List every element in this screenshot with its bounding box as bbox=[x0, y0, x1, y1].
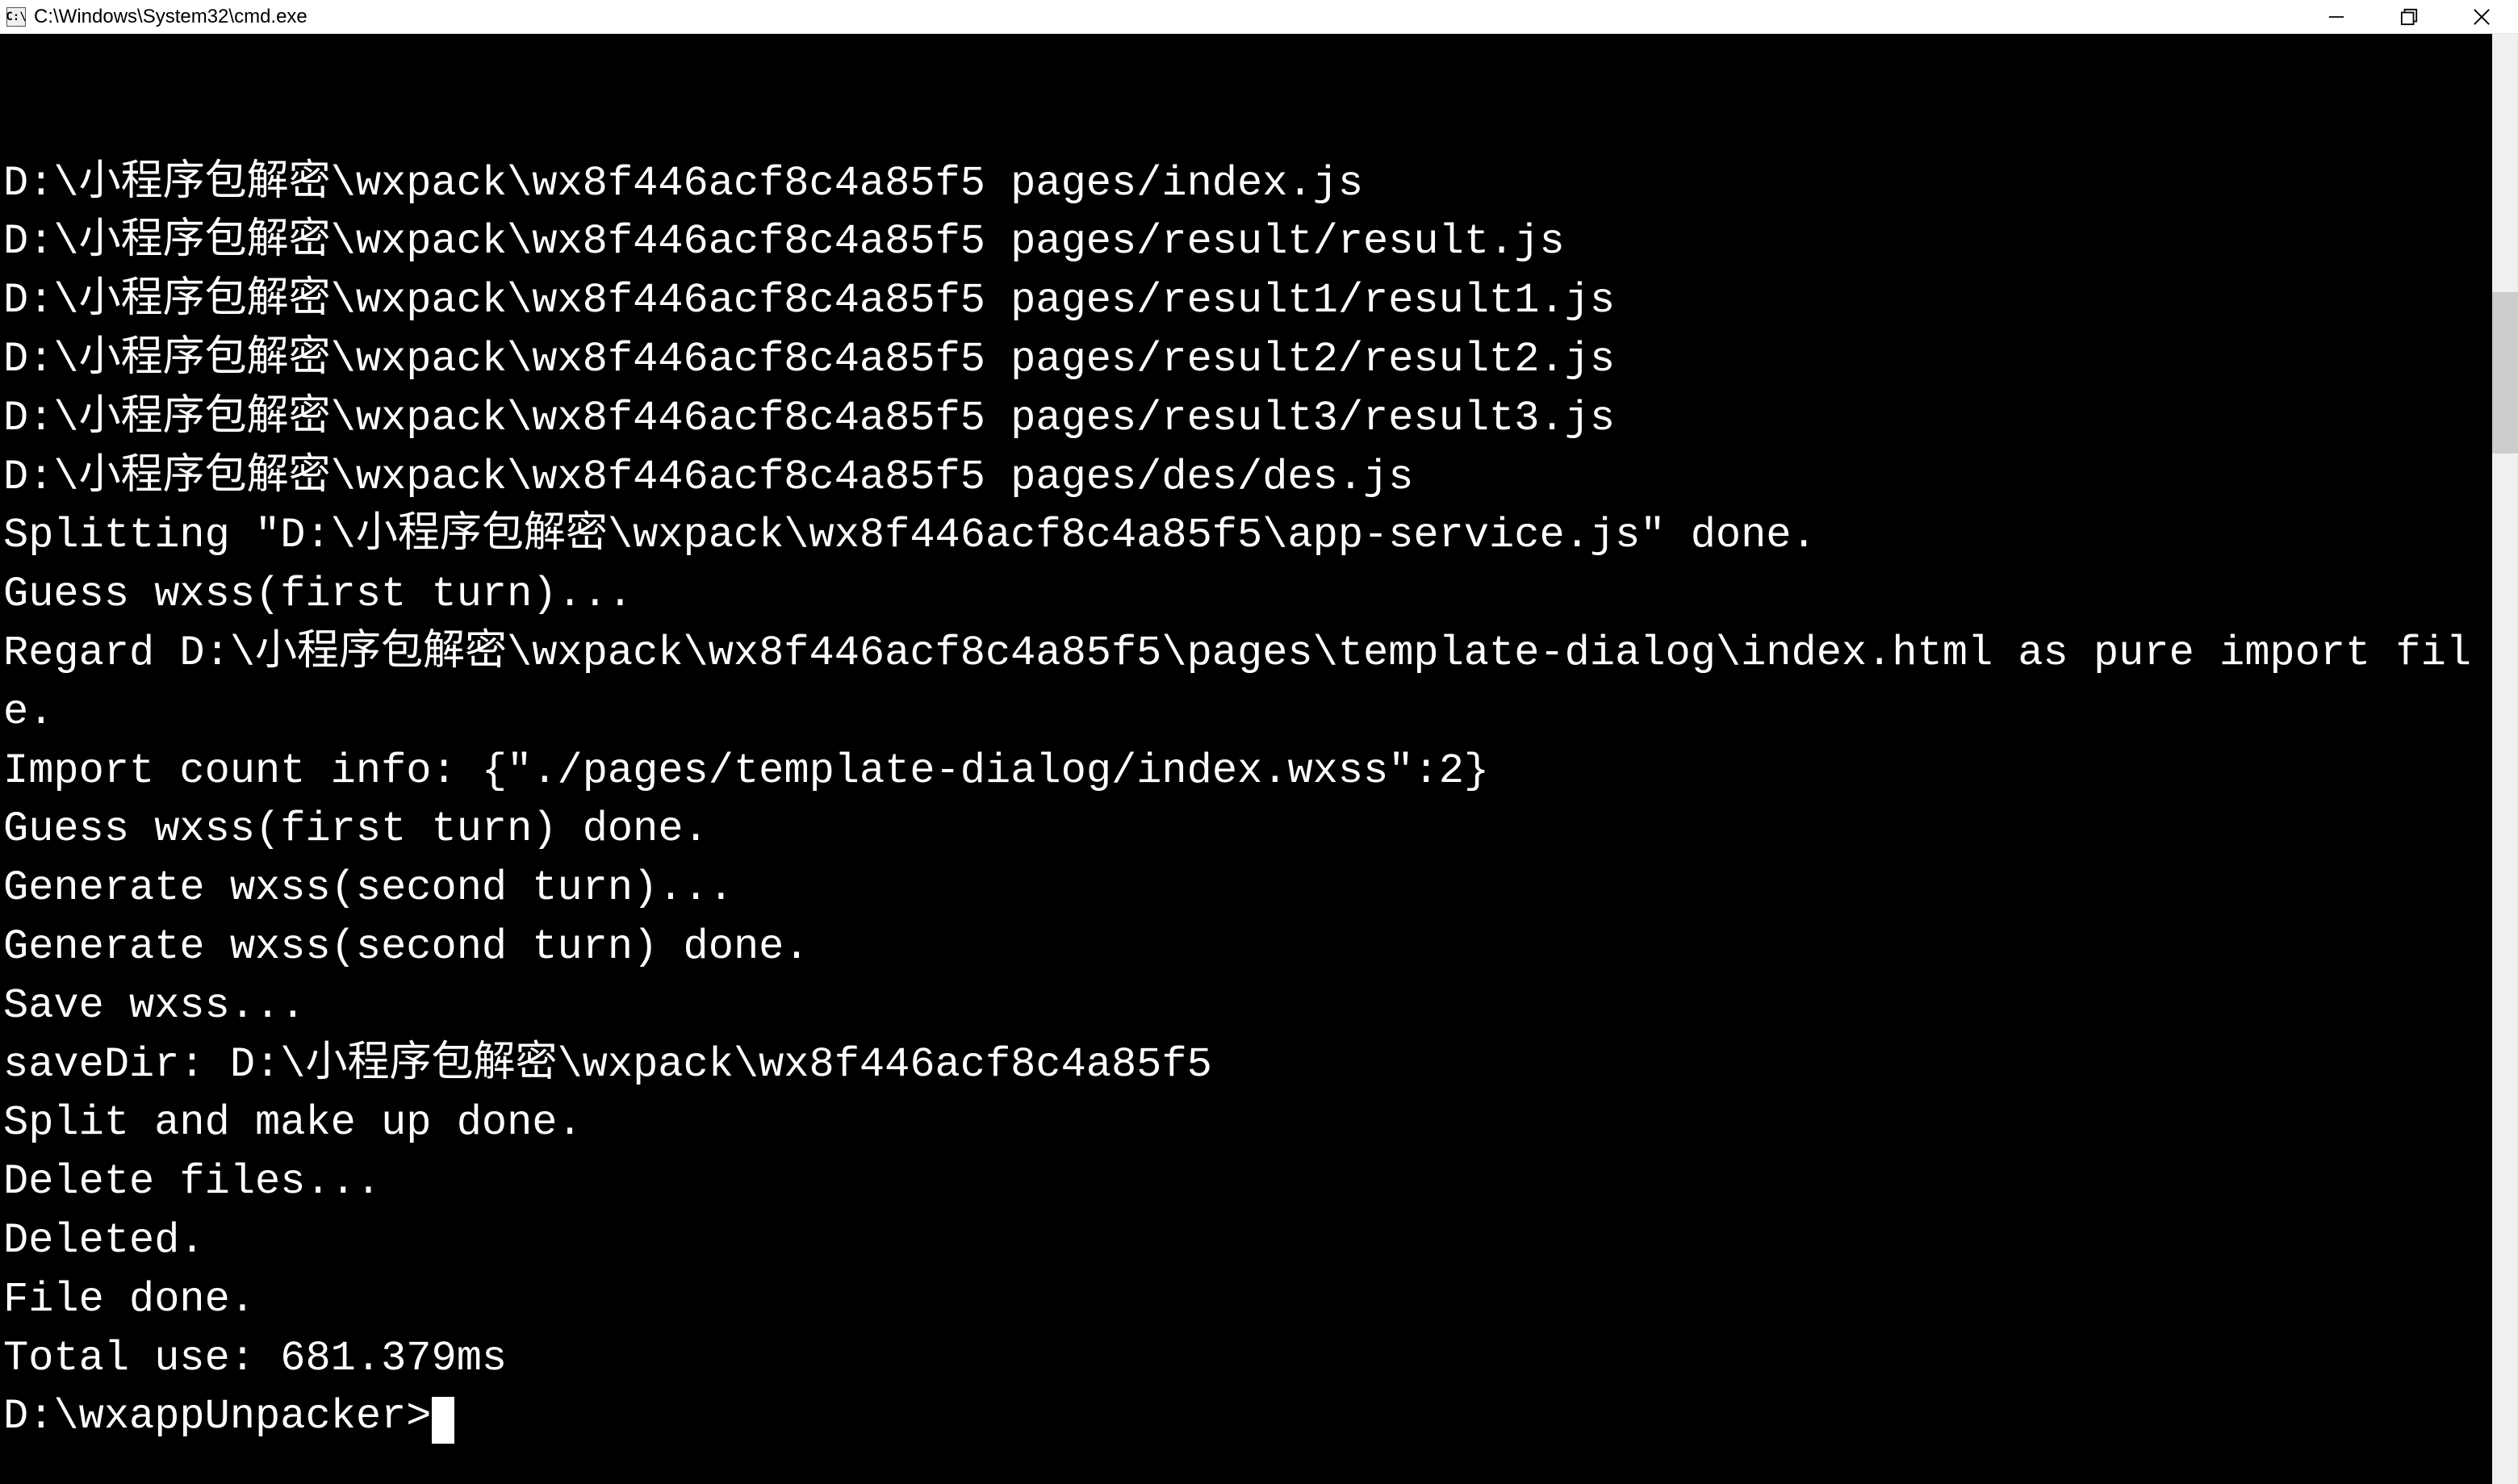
scrollbar-thumb[interactable] bbox=[2492, 292, 2518, 454]
terminal-line: Generate wxss(second turn) done. bbox=[3, 918, 2489, 977]
terminal-line: D:\小程序包解密\wxpack\wx8f446acf8c4a85f5 page… bbox=[3, 390, 2489, 449]
terminal-line: Delete files... bbox=[3, 1153, 2489, 1212]
terminal-line: saveDir: D:\小程序包解密\wxpack\wx8f446acf8c4a… bbox=[3, 1036, 2489, 1095]
vertical-scrollbar[interactable] bbox=[2492, 34, 2518, 1484]
terminal-line: Generate wxss(second turn)... bbox=[3, 859, 2489, 918]
maximize-button[interactable] bbox=[2373, 0, 2445, 33]
terminal-line: Save wxss... bbox=[3, 977, 2489, 1036]
terminal-prompt-line: D:\wxappUnpacker> bbox=[3, 1388, 2489, 1447]
cmd-icon: C:\ bbox=[6, 7, 26, 27]
terminal-area: D:\小程序包解密\wxpack\wx8f446acf8c4a85f5 page… bbox=[0, 34, 2518, 1484]
terminal-cursor bbox=[432, 1397, 454, 1444]
close-button[interactable] bbox=[2445, 0, 2518, 33]
terminal-line: Split and make up done. bbox=[3, 1094, 2489, 1153]
terminal-prompt: D:\wxappUnpacker> bbox=[3, 1393, 432, 1440]
terminal-line: File done. bbox=[3, 1271, 2489, 1330]
terminal-line: D:\小程序包解密\wxpack\wx8f446acf8c4a85f5 page… bbox=[3, 449, 2489, 508]
terminal-line: D:\小程序包解密\wxpack\wx8f446acf8c4a85f5 page… bbox=[3, 213, 2489, 272]
window-controls bbox=[2300, 0, 2518, 33]
window-titlebar: C:\ C:\Windows\System32\cmd.exe bbox=[0, 0, 2518, 34]
terminal-line: D:\小程序包解密\wxpack\wx8f446acf8c4a85f5 page… bbox=[3, 272, 2489, 331]
terminal-line: Splitting "D:\小程序包解密\wxpack\wx8f446acf8c… bbox=[3, 507, 2489, 566]
terminal-line: D:\小程序包解密\wxpack\wx8f446acf8c4a85f5 page… bbox=[3, 331, 2489, 390]
terminal-output[interactable]: D:\小程序包解密\wxpack\wx8f446acf8c4a85f5 page… bbox=[0, 34, 2492, 1484]
minimize-button[interactable] bbox=[2300, 0, 2373, 33]
terminal-line: Deleted. bbox=[3, 1212, 2489, 1271]
terminal-line: Guess wxss(first turn)... bbox=[3, 566, 2489, 625]
window-title: C:\Windows\System32\cmd.exe bbox=[34, 6, 2300, 28]
terminal-line: Regard D:\小程序包解密\wxpack\wx8f446acf8c4a85… bbox=[3, 625, 2489, 742]
terminal-line: D:\小程序包解密\wxpack\wx8f446acf8c4a85f5 page… bbox=[3, 155, 2489, 214]
terminal-line: Total use: 681.379ms bbox=[3, 1330, 2489, 1389]
terminal-line: Import count info: {"./pages/template-di… bbox=[3, 742, 2489, 801]
terminal-line: Guess wxss(first turn) done. bbox=[3, 801, 2489, 859]
